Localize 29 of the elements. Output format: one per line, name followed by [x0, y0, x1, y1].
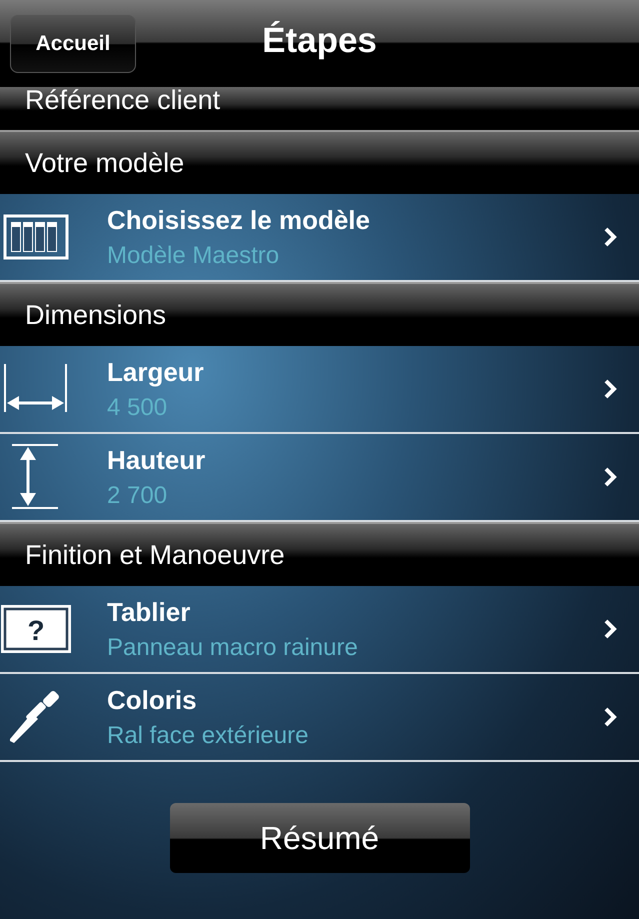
chevron-icon: [603, 618, 617, 640]
row-value: Ral face extérieure: [107, 722, 310, 750]
section-header: Votre modèle: [0, 130, 639, 194]
row-value: 2 700: [107, 482, 168, 510]
chevron-icon: [603, 706, 617, 728]
chevron-icon: [603, 466, 617, 488]
chevron-icon: [603, 226, 617, 248]
height-arrow-icon: [12, 444, 60, 510]
row-title: Tablier: [107, 596, 192, 628]
row-title: Coloris: [107, 684, 198, 716]
section-header: Dimensions: [0, 282, 639, 346]
list-row[interactable]: ? Tablier Panneau macro rainure: [0, 586, 639, 674]
list-row[interactable]: Coloris Ral face extérieure: [0, 674, 639, 762]
section-header: Finition et Manoeuvre: [0, 522, 639, 586]
section-header: Référence client: [0, 87, 639, 130]
chevron-icon: [603, 378, 617, 400]
screen-title: Étapes: [262, 20, 377, 60]
row-value: Modèle Maestro: [107, 242, 280, 270]
question-panel-icon: ?: [0, 604, 72, 654]
row-title: Choisissez le modèle: [107, 204, 371, 236]
summary-button[interactable]: Résumé: [170, 803, 470, 873]
back-button[interactable]: Accueil: [10, 14, 136, 72]
row-value: Panneau macro rainure: [107, 634, 359, 662]
row-value: 4 500: [107, 394, 168, 422]
row-title: Largeur: [107, 356, 205, 388]
row-title: Hauteur: [107, 444, 206, 476]
width-arrow-icon: [2, 364, 68, 414]
list-row[interactable]: Largeur 4 500: [0, 346, 639, 434]
columns-icon: [2, 214, 68, 260]
